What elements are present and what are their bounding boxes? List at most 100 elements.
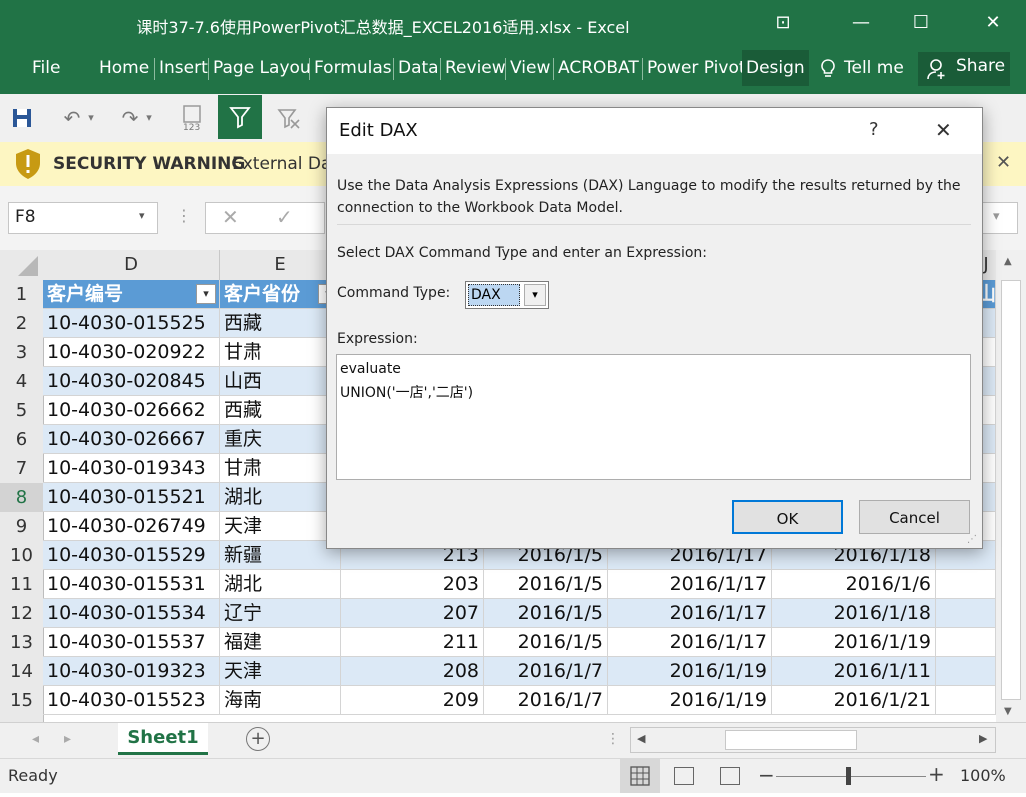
scroll-right-icon[interactable]: ▶ xyxy=(979,732,987,745)
vertical-scroll-thumb[interactable] xyxy=(1001,280,1021,700)
page-break-view-icon[interactable] xyxy=(720,767,740,785)
filter-dropdown-icon[interactable]: ▾ xyxy=(196,284,216,304)
table-cell[interactable]: 2016/1/7 xyxy=(484,657,608,686)
table-cell[interactable] xyxy=(936,628,996,657)
confirm-entry-icon[interactable]: ✓ xyxy=(276,205,293,229)
name-box[interactable]: F8 ▾ xyxy=(8,202,158,234)
table-cell[interactable] xyxy=(936,570,996,599)
tab-insert[interactable]: Insert xyxy=(155,50,212,90)
tab-home[interactable]: Home xyxy=(95,50,153,90)
horizontal-scroll-thumb[interactable] xyxy=(725,730,857,750)
tell-me-search[interactable]: Tell me xyxy=(840,50,906,90)
more-sheets-icon[interactable]: ⋮ xyxy=(606,731,620,747)
table-cell[interactable]: 甘肃 xyxy=(220,338,341,367)
table-cell[interactable]: 西藏 xyxy=(220,309,341,338)
select-all-corner[interactable] xyxy=(0,250,44,281)
table-cell[interactable]: 山西 xyxy=(220,367,341,396)
table-cell[interactable]: 2016/1/19 xyxy=(608,686,772,715)
tab-page-layout[interactable]: Page Layou xyxy=(209,50,315,90)
table-cell[interactable]: 10-4030-026662 xyxy=(43,396,220,425)
table-cell[interactable]: 208 xyxy=(341,657,484,686)
vertical-scrollbar[interactable]: ▲ ▼ xyxy=(996,250,1026,722)
row-header[interactable]: 14 xyxy=(0,657,44,687)
table-cell[interactable]: 10-4030-015523 xyxy=(43,686,220,715)
row-header[interactable]: 13 xyxy=(0,628,44,658)
row-header[interactable]: 8 xyxy=(0,483,44,513)
tab-file[interactable]: File xyxy=(28,50,64,90)
table-cell[interactable]: 2016/1/11 xyxy=(772,657,936,686)
tab-acrobat[interactable]: ACROBAT xyxy=(554,50,643,90)
table-cell[interactable]: 2016/1/5 xyxy=(484,570,608,599)
filter-icon[interactable] xyxy=(218,95,262,139)
tab-design[interactable]: Design xyxy=(742,50,809,86)
table-cell[interactable]: 10-4030-015521 xyxy=(43,483,220,512)
row-header[interactable]: 9 xyxy=(0,512,44,542)
next-sheet-icon[interactable]: ▸ xyxy=(64,731,71,747)
minimize-icon[interactable]: — xyxy=(846,8,876,38)
zoom-in-icon[interactable]: + xyxy=(928,762,945,786)
zoom-level[interactable]: 100% xyxy=(960,766,1006,785)
resize-grip-icon[interactable]: ⋰ xyxy=(967,534,977,545)
cancel-entry-icon[interactable]: ✕ xyxy=(222,205,239,229)
column-header-e[interactable]: E xyxy=(220,250,341,281)
row-header[interactable]: 12 xyxy=(0,599,44,629)
table-header-cell[interactable]: 客户编号 xyxy=(43,280,220,309)
table-cell[interactable]: 10-4030-015537 xyxy=(43,628,220,657)
table-cell[interactable]: 203 xyxy=(341,570,484,599)
table-cell[interactable]: 重庆 xyxy=(220,425,341,454)
more-options-icon[interactable]: ⋮ xyxy=(176,206,192,225)
table-cell[interactable]: 2016/1/21 xyxy=(772,686,936,715)
row-header[interactable]: 10 xyxy=(0,541,44,571)
row-header[interactable]: 3 xyxy=(0,338,44,368)
table-cell[interactable]: 209 xyxy=(341,686,484,715)
table-cell[interactable]: 新疆 xyxy=(220,541,341,570)
row-header[interactable]: 11 xyxy=(0,570,44,600)
table-cell[interactable]: 10-4030-026667 xyxy=(43,425,220,454)
table-cell[interactable] xyxy=(936,599,996,628)
table-cell[interactable]: 湖北 xyxy=(220,570,341,599)
row-header[interactable]: 7 xyxy=(0,454,44,484)
share-button[interactable]: Share xyxy=(918,52,1010,86)
name-box-dropdown-icon[interactable]: ▾ xyxy=(139,209,145,222)
expand-formula-bar[interactable]: ▾ xyxy=(980,202,1018,234)
table-cell[interactable]: 2016/1/17 xyxy=(608,599,772,628)
row-header[interactable]: 4 xyxy=(0,367,44,397)
lightbulb-icon[interactable] xyxy=(818,58,838,80)
row-header[interactable]: 15 xyxy=(0,686,44,716)
add-sheet-icon[interactable]: + xyxy=(246,727,270,751)
table-cell[interactable]: 2016/1/5 xyxy=(484,599,608,628)
row-header[interactable] xyxy=(0,715,44,722)
scroll-up-icon[interactable]: ▲ xyxy=(1004,256,1012,267)
save-icon[interactable] xyxy=(6,102,38,134)
maximize-icon[interactable]: ☐ xyxy=(906,8,936,38)
table-cell[interactable] xyxy=(936,686,996,715)
zoom-out-icon[interactable]: − xyxy=(758,763,775,787)
table-cell[interactable]: 10-4030-015529 xyxy=(43,541,220,570)
row-header[interactable]: 2 xyxy=(0,309,44,339)
table-cell[interactable]: 10-4030-020922 xyxy=(43,338,220,367)
tab-review[interactable]: Review xyxy=(441,50,510,90)
table-cell[interactable]: 2016/1/7 xyxy=(484,686,608,715)
table-cell[interactable]: 2016/1/19 xyxy=(772,628,936,657)
scroll-down-icon[interactable]: ▼ xyxy=(1004,706,1012,717)
table-cell[interactable]: 211 xyxy=(341,628,484,657)
table-cell[interactable]: 2016/1/17 xyxy=(608,628,772,657)
table-cell[interactable]: 天津 xyxy=(220,657,341,686)
chevron-down-icon[interactable]: ▾ xyxy=(524,284,546,306)
row-header[interactable]: 1 xyxy=(0,280,44,310)
cancel-button[interactable]: Cancel xyxy=(859,500,970,534)
table-cell[interactable]: 湖北 xyxy=(220,483,341,512)
tab-view[interactable]: View xyxy=(506,50,554,90)
table-cell[interactable]: 辽宁 xyxy=(220,599,341,628)
prev-sheet-icon[interactable]: ◂ xyxy=(32,731,39,747)
tab-data[interactable]: Data xyxy=(394,50,443,90)
zoom-slider-thumb[interactable] xyxy=(846,767,851,785)
expression-textarea[interactable]: evaluate UNION('一店','二店') xyxy=(336,354,971,480)
column-header-d[interactable]: D xyxy=(43,250,220,281)
dialog-close-icon[interactable]: ✕ xyxy=(935,118,952,142)
clear-filter-icon[interactable] xyxy=(272,102,304,134)
row-header[interactable]: 6 xyxy=(0,425,44,455)
tab-power-pivot[interactable]: Power Pivot xyxy=(643,50,743,90)
table-cell[interactable]: 10-4030-019343 xyxy=(43,454,220,483)
redo-dropdown-icon[interactable]: ▾ xyxy=(140,102,158,134)
